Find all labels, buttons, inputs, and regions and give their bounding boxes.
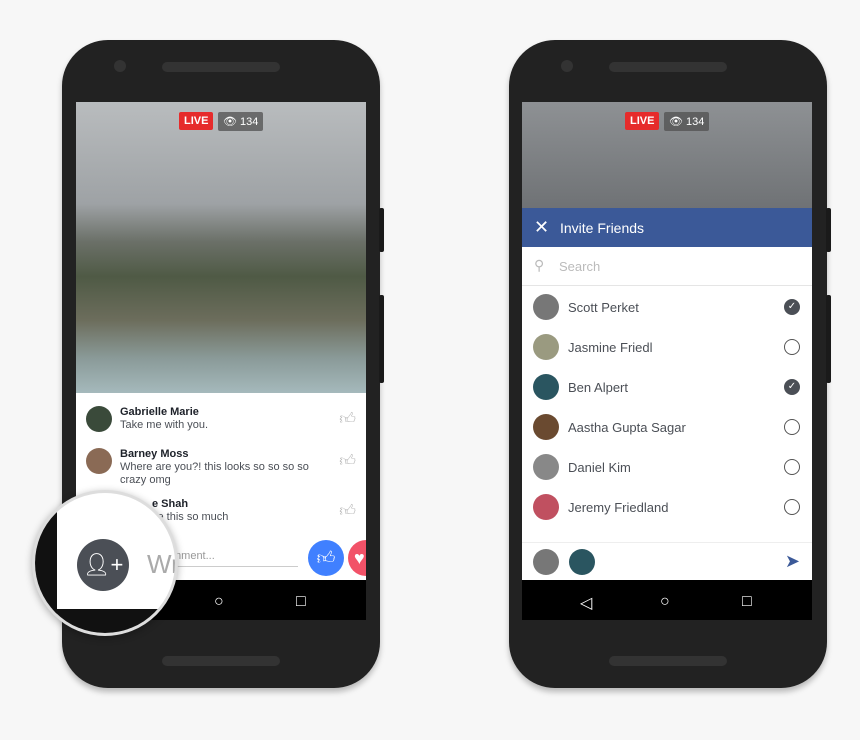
phone-right: LIVE 👁 134 ✕ Invite Friends ⚲ Search Sco… bbox=[509, 40, 831, 688]
avatar bbox=[533, 454, 559, 480]
friend-row[interactable]: Aastha Gupta Sagar bbox=[522, 407, 812, 447]
speaker-bottom bbox=[162, 656, 280, 666]
friend-row[interactable]: Daniel Kim bbox=[522, 447, 812, 487]
unchecked-circle-icon[interactable] bbox=[784, 419, 800, 435]
home-icon[interactable]: ○ bbox=[660, 593, 670, 611]
power-button bbox=[379, 295, 384, 383]
comment-item: Barney Moss Where are you?! this looks s… bbox=[86, 448, 356, 488]
header-title: Invite Friends bbox=[560, 220, 645, 236]
avatar bbox=[533, 374, 559, 400]
viewer-count: 👁 134 bbox=[218, 112, 264, 131]
unchecked-circle-icon[interactable] bbox=[784, 339, 800, 355]
camera bbox=[114, 60, 126, 72]
back-icon[interactable]: ◁ bbox=[580, 593, 592, 613]
checked-circle-icon[interactable]: ✓ bbox=[784, 299, 800, 315]
android-nav-bar: ◁ ○ □ bbox=[522, 580, 812, 620]
selected-avatar[interactable] bbox=[569, 549, 595, 575]
selected-friends-bar: ➤ bbox=[522, 542, 812, 581]
friend-row[interactable]: Scott Perket ✓ bbox=[522, 287, 812, 327]
friend-row[interactable]: Jasmine Friedl bbox=[522, 327, 812, 367]
like-icon[interactable]: 👍︎ bbox=[339, 410, 356, 429]
viewer-count: 👁 134 bbox=[664, 112, 710, 131]
recents-icon[interactable]: □ bbox=[742, 593, 752, 611]
close-icon[interactable]: ✕ bbox=[534, 217, 549, 238]
camera bbox=[561, 60, 573, 72]
search-input[interactable]: Search bbox=[559, 259, 600, 274]
comment-text: Where are you?! this looks so so so so c… bbox=[120, 461, 309, 486]
avatar bbox=[533, 334, 559, 360]
power-button bbox=[826, 295, 831, 383]
commenter-name: Gabrielle Marie bbox=[120, 406, 199, 418]
send-icon[interactable]: ➤ bbox=[785, 551, 800, 572]
friend-name: Daniel Kim bbox=[568, 460, 631, 475]
magnifier: 👤︎+ Wr bbox=[32, 490, 178, 636]
magnified-comment-input: Wr bbox=[147, 549, 178, 579]
like-reaction-button[interactable]: 👍︎ bbox=[308, 540, 344, 576]
friend-name: Ben Alpert bbox=[568, 380, 628, 395]
friend-name: Jasmine Friedl bbox=[568, 340, 653, 355]
home-icon[interactable]: ○ bbox=[214, 593, 224, 611]
volume-button bbox=[826, 208, 831, 252]
add-person-icon: 👤︎+ bbox=[82, 552, 124, 577]
friend-row[interactable]: Jeremy Friedland bbox=[522, 487, 812, 527]
invite-friends-button[interactable]: 👤︎+ bbox=[77, 539, 129, 591]
speaker bbox=[609, 62, 727, 72]
like-icon[interactable]: 👍︎ bbox=[339, 452, 356, 471]
comment-input[interactable]: mment... bbox=[172, 550, 298, 567]
speaker bbox=[162, 62, 280, 72]
invite-friends-header: ✕ Invite Friends bbox=[522, 208, 812, 247]
live-badge: LIVE bbox=[179, 112, 214, 130]
friend-name: Scott Perket bbox=[568, 300, 639, 315]
avatar bbox=[533, 414, 559, 440]
love-reaction-button[interactable]: ♥ bbox=[348, 540, 366, 576]
commenter-name: e Shah bbox=[152, 498, 189, 510]
recents-icon[interactable]: □ bbox=[296, 593, 306, 611]
friend-row[interactable]: Ben Alpert ✓ bbox=[522, 367, 812, 407]
eye-icon: 👁 bbox=[669, 116, 687, 128]
live-badge: LIVE bbox=[625, 112, 660, 130]
avatar bbox=[533, 494, 559, 520]
speaker-bottom bbox=[609, 656, 727, 666]
friend-name: Aastha Gupta Sagar bbox=[568, 420, 686, 435]
unchecked-circle-icon[interactable] bbox=[784, 459, 800, 475]
comment-item: Gabrielle Marie Take me with you. 👍︎ bbox=[86, 406, 356, 436]
eye-icon: 👁 bbox=[223, 116, 241, 128]
avatar bbox=[86, 448, 112, 474]
comment-text: Take me with you. bbox=[120, 419, 209, 431]
search-bar[interactable]: ⚲ Search bbox=[522, 247, 812, 286]
search-icon: ⚲ bbox=[534, 257, 545, 273]
commenter-name: Barney Moss bbox=[120, 448, 189, 460]
live-video[interactable]: LIVE 👁 134 bbox=[522, 102, 812, 208]
friend-name: Jeremy Friedland bbox=[568, 500, 669, 515]
avatar bbox=[86, 406, 112, 432]
avatar bbox=[533, 294, 559, 320]
selected-avatar[interactable] bbox=[533, 549, 559, 575]
live-video[interactable]: LIVE 👁 134 bbox=[76, 102, 366, 393]
unchecked-circle-icon[interactable] bbox=[784, 499, 800, 515]
volume-button bbox=[379, 208, 384, 252]
like-icon[interactable]: 👍︎ bbox=[339, 502, 356, 521]
screen: LIVE 👁 134 ✕ Invite Friends ⚲ Search Sco… bbox=[522, 102, 812, 620]
checked-circle-icon[interactable]: ✓ bbox=[784, 379, 800, 395]
comment-text: ve this so much bbox=[152, 511, 229, 523]
